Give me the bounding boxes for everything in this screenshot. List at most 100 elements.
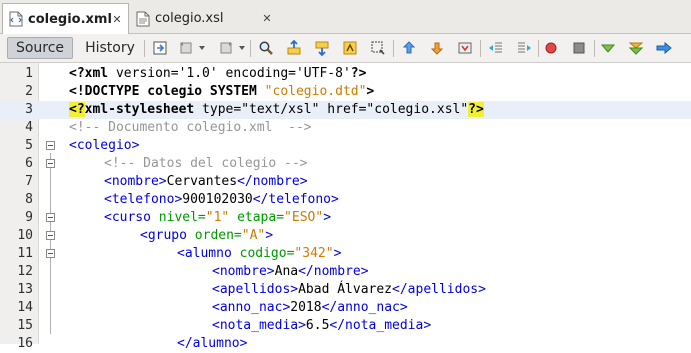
line-number: 4 <box>25 120 33 135</box>
line-content: <telefono>900102030</telefono> <box>104 192 339 207</box>
fold-collapse-icon[interactable] <box>46 141 55 150</box>
back-button[interactable] <box>177 39 195 57</box>
toolbar-separator <box>538 40 539 57</box>
code-line: 10 <grupo orden="A"> <box>0 227 691 245</box>
validate-xml-icon <box>628 42 644 55</box>
line-content: <nombre>Cervantes</nombre> <box>104 174 308 189</box>
line-number: 10 <box>17 228 33 243</box>
line-number: 8 <box>25 192 33 207</box>
code-line: 1 <?xml version='1.0' encoding='UTF-8'?> <box>0 65 691 83</box>
fold-collapse-icon[interactable] <box>46 159 55 168</box>
editor-toolbar: Source History <box>0 34 691 63</box>
source-view-button[interactable]: Source <box>7 37 73 59</box>
code-line: 4 <!-- Documento colegio.xml --> <box>0 119 691 137</box>
code-line: 6 <!-- Datos del colegio --> <box>0 155 691 173</box>
fold-collapse-icon[interactable] <box>46 231 55 240</box>
close-tab-icon[interactable]: ✕ <box>260 12 274 26</box>
code-line: 12 <nombre>Ana</nombre> <box>0 263 691 281</box>
close-tab-icon[interactable]: ✕ <box>112 12 122 26</box>
stop-macro-icon <box>573 42 585 54</box>
previous-bookmark-button[interactable] <box>400 39 418 57</box>
code-line: 13 <apellidos>Abad Álvarez</apellidos> <box>0 281 691 299</box>
next-bookmark-button[interactable] <box>428 39 446 57</box>
toolbar-separator <box>393 40 394 57</box>
check-xml-icon <box>600 44 616 53</box>
back-icon <box>180 42 192 54</box>
find-button[interactable] <box>257 39 275 57</box>
shift-left-icon <box>489 42 502 53</box>
toolbar-separator <box>480 40 481 57</box>
line-content: <!DOCTYPE colegio SYSTEM "colegio.dtd"> <box>69 84 375 99</box>
line-number: 7 <box>25 174 33 189</box>
find-selection-button[interactable] <box>369 39 387 57</box>
shift-right-icon <box>518 42 531 53</box>
line-content: <grupo orden="A"> <box>140 228 274 243</box>
toolbar-separator <box>594 40 595 57</box>
forward-button[interactable] <box>217 39 235 57</box>
shift-left-button[interactable] <box>487 39 505 57</box>
next-bookmark-icon <box>430 42 444 55</box>
code-line: 16 </alumno> <box>0 335 691 353</box>
code-line: 9 <curso nivel="1" etapa="ESO"> <box>0 209 691 227</box>
back-dropdown-icon[interactable] <box>199 46 205 50</box>
editor-tab-bar: colegio.xml ✕ colegio.xsl ✕ <box>0 0 691 34</box>
check-xml-button[interactable] <box>599 39 617 57</box>
xsl-transform-button[interactable] <box>655 39 673 57</box>
code-line: 11 <alumno codigo="342"> <box>0 245 691 263</box>
line-number: 6 <box>25 156 33 171</box>
fold-collapse-icon[interactable] <box>46 249 55 258</box>
line-content: <nota_media>6.5</nota_media> <box>212 318 432 333</box>
code-editor[interactable]: 1 <?xml version='1.0' encoding='UTF-8'?>… <box>0 63 691 351</box>
toolbar-separator <box>250 40 251 57</box>
find-icon <box>259 41 273 55</box>
line-number: 2 <box>25 84 33 99</box>
code-line: 2 <!DOCTYPE colegio SYSTEM "colegio.dtd"… <box>0 83 691 101</box>
validate-xml-button[interactable] <box>627 39 645 57</box>
find-next-button[interactable] <box>313 39 331 57</box>
code-line: 5 <colegio> <box>0 137 691 155</box>
line-number: 15 <box>17 318 33 333</box>
stop-macro-button[interactable] <box>570 39 588 57</box>
line-number: 14 <box>17 300 33 315</box>
last-edit-button[interactable] <box>151 39 169 57</box>
code-line: 8 <telefono>900102030</telefono> <box>0 191 691 209</box>
toggle-bookmark-icon <box>458 42 472 54</box>
line-number: 1 <box>25 66 33 81</box>
find-next-icon <box>315 41 329 56</box>
line-content: <?xml version='1.0' encoding='UTF-8'?> <box>69 66 367 81</box>
tab-label: colegio.xsl <box>155 11 224 26</box>
forward-dropdown-icon[interactable] <box>239 46 245 50</box>
start-macro-button[interactable] <box>542 39 560 57</box>
find-previous-icon <box>287 40 301 55</box>
find-previous-button[interactable] <box>285 39 303 57</box>
line-content: </alumno> <box>177 336 248 351</box>
line-content: <apellidos>Abad Álvarez</apellidos> <box>212 282 486 297</box>
tab-colegio-xsl[interactable]: colegio.xsl ✕ <box>130 3 280 34</box>
line-content: <!-- Documento colegio.xml --> <box>69 120 312 135</box>
code-line: 14 <anno_nac>2018</anno_nac> <box>0 299 691 317</box>
line-number: 13 <box>17 282 33 297</box>
code-line: 7 <nombre>Cervantes</nombre> <box>0 173 691 191</box>
previous-bookmark-icon <box>402 41 416 54</box>
toggle-bookmark-button[interactable] <box>456 39 474 57</box>
tab-label: colegio.xml <box>28 11 112 27</box>
find-selection-icon <box>371 41 385 55</box>
code-line-current: 3 <?xml-stylesheet type="text/xsl" href=… <box>0 101 691 119</box>
tab-colegio-xml[interactable]: colegio.xml ✕ <box>2 3 129 34</box>
start-macro-icon <box>545 42 557 54</box>
history-view-button[interactable]: History <box>80 37 140 59</box>
shift-right-button[interactable] <box>515 39 533 57</box>
line-number: 11 <box>17 246 33 261</box>
code-line: 15 <nota_media>6.5</nota_media> <box>0 317 691 335</box>
xsl-file-icon <box>136 11 150 26</box>
line-number: 16 <box>17 336 33 351</box>
toggle-highlight-button[interactable] <box>341 39 359 57</box>
line-content: <nombre>Ana</nombre> <box>212 264 369 279</box>
line-number: 9 <box>25 210 33 225</box>
line-number: 12 <box>17 264 33 279</box>
xsl-transform-icon <box>656 41 672 55</box>
line-content: <!-- Datos del colegio --> <box>104 156 308 171</box>
line-number: 3 <box>25 102 33 117</box>
fold-collapse-icon[interactable] <box>46 213 55 222</box>
toolbar-separator <box>144 40 145 57</box>
